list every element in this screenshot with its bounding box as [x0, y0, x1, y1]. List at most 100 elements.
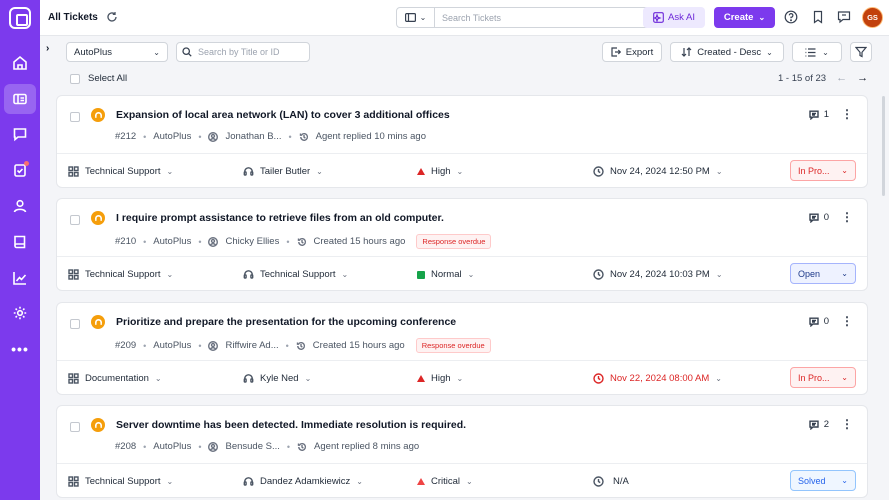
- due-date-dropdown[interactable]: Nov 24, 2024 12:50 PM ⌄: [593, 166, 723, 177]
- ticket-contact[interactable]: Chicky Ellies: [225, 236, 279, 247]
- ticket-title[interactable]: I require prompt assistance to retrieve …: [116, 212, 444, 224]
- title-search-input[interactable]: Search by Title or ID: [176, 42, 310, 62]
- agent-dropdown[interactable]: Kyle Ned ⌄: [243, 373, 311, 384]
- ticket-company[interactable]: AutoPlus: [153, 441, 191, 452]
- category-dropdown[interactable]: Documentation ⌄: [68, 373, 162, 384]
- ticket-checkbox[interactable]: [70, 112, 80, 122]
- tickets-icon[interactable]: [4, 84, 36, 114]
- separator-dot: •: [143, 236, 147, 247]
- ticket-checkbox[interactable]: [70, 319, 80, 329]
- ticket-card[interactable]: Prioritize and prepare the presentation …: [56, 302, 868, 395]
- ticket-contact[interactable]: Riffwire Ad...: [225, 340, 278, 351]
- response-overdue-badge: Response overdue: [416, 234, 492, 249]
- category-dropdown[interactable]: Technical Support ⌄: [68, 476, 173, 487]
- company-filter-select[interactable]: AutoPlus ⌄: [66, 42, 168, 62]
- ticket-contact[interactable]: Bensude S...: [225, 441, 279, 452]
- contacts-icon[interactable]: [4, 191, 36, 221]
- due-date-dropdown[interactable]: Nov 24, 2024 10:03 PM ⌄: [593, 269, 723, 280]
- priority-high-icon: [417, 375, 425, 382]
- search-scope-dropdown[interactable]: ⌄: [397, 8, 435, 27]
- ticket-checkbox[interactable]: [70, 422, 80, 432]
- announcements-icon[interactable]: [837, 10, 851, 24]
- category-icon: [68, 269, 79, 280]
- priority-dropdown[interactable]: High ⌄: [417, 373, 463, 384]
- more-options-icon[interactable]: ⋮: [841, 211, 853, 223]
- refresh-icon[interactable]: [106, 11, 118, 23]
- pagination: 1 - 15 of 23 ← →: [778, 72, 868, 84]
- settings-icon[interactable]: [4, 298, 36, 328]
- tasks-icon[interactable]: [4, 155, 36, 185]
- ticket-company[interactable]: AutoPlus: [153, 340, 191, 351]
- previous-page-icon[interactable]: ←: [836, 72, 847, 84]
- help-icon[interactable]: [784, 10, 798, 24]
- chevron-down-icon: ⌄: [715, 270, 723, 279]
- ticket-company[interactable]: AutoPlus: [153, 131, 191, 142]
- chevron-down-icon: ⌄: [166, 477, 174, 486]
- status-value: Solved: [798, 475, 826, 486]
- agent-dropdown[interactable]: Dandez Adamkiewicz ⌄: [243, 476, 363, 487]
- category-dropdown[interactable]: Technical Support ⌄: [68, 166, 173, 177]
- ticket-search-input[interactable]: Search Tickets: [435, 13, 651, 23]
- separator-dot: •: [143, 131, 147, 142]
- scrollbar[interactable]: [882, 96, 885, 196]
- status-dropdown[interactable]: Open ⌄: [790, 263, 856, 284]
- comment-count[interactable]: 0: [809, 316, 829, 327]
- comment-count-value: 0: [823, 316, 829, 327]
- agent-dropdown[interactable]: Tailer Butler ⌄: [243, 166, 323, 177]
- more-options-icon[interactable]: ⋮: [841, 315, 853, 327]
- more-icon[interactable]: •••: [4, 334, 36, 364]
- ask-ai-button[interactable]: Ask AI: [643, 7, 705, 28]
- ticket-contact[interactable]: Jonathan B...: [225, 131, 281, 142]
- status-dropdown[interactable]: In Pro... ⌄: [790, 160, 856, 181]
- knowledge-base-icon[interactable]: [4, 227, 36, 257]
- ticket-title[interactable]: Prioritize and prepare the presentation …: [116, 316, 456, 328]
- app-logo[interactable]: [9, 7, 31, 29]
- more-options-icon[interactable]: ⋮: [841, 418, 853, 430]
- due-date-dropdown[interactable]: Nov 22, 2024 08:00 AM ⌄: [593, 373, 722, 384]
- comment-count[interactable]: 2: [809, 419, 829, 430]
- comment-count-value: 0: [823, 212, 829, 223]
- chat-icon[interactable]: [4, 119, 36, 149]
- sort-dropdown[interactable]: Created - Desc ⌄: [670, 42, 784, 62]
- agent-dropdown[interactable]: Technical Support ⌄: [243, 269, 348, 280]
- ticket-card-footer: Technical Support ⌄ Dandez Adamkiewicz ⌄…: [57, 464, 867, 499]
- separator-dot: •: [286, 236, 290, 247]
- chevron-down-icon: ⌄: [766, 47, 773, 57]
- ticket-checkbox[interactable]: [70, 215, 80, 225]
- expand-panel-icon[interactable]: ›: [46, 43, 49, 54]
- next-page-icon[interactable]: →: [857, 72, 868, 84]
- chevron-down-icon: ⌄: [715, 374, 722, 383]
- status-dropdown[interactable]: In Pro... ⌄: [790, 367, 856, 388]
- ticket-title[interactable]: Server downtime has been detected. Immed…: [116, 419, 466, 431]
- view-mode-dropdown[interactable]: ⌄: [792, 42, 842, 62]
- ticket-card[interactable]: Expansion of local area network (LAN) to…: [56, 95, 868, 188]
- filter-button[interactable]: [850, 42, 872, 62]
- bookmark-icon[interactable]: [811, 10, 825, 24]
- create-label: Create: [723, 12, 754, 23]
- select-all-checkbox[interactable]: [70, 73, 80, 84]
- comment-count[interactable]: 1: [809, 109, 829, 120]
- home-icon[interactable]: [4, 48, 36, 78]
- select-all[interactable]: Select All: [70, 73, 127, 84]
- priority-high-icon: [417, 168, 425, 175]
- comment-count[interactable]: 0: [809, 212, 829, 223]
- user-avatar[interactable]: GS: [862, 7, 883, 28]
- ticket-card[interactable]: Server downtime has been detected. Immed…: [56, 405, 868, 498]
- priority-dropdown[interactable]: Normal ⌄: [417, 269, 474, 280]
- priority-dropdown[interactable]: High ⌄: [417, 166, 463, 177]
- create-button[interactable]: Create ⌄: [714, 7, 775, 28]
- ticket-company[interactable]: AutoPlus: [153, 236, 191, 247]
- priority-dropdown[interactable]: Critical ⌄: [417, 476, 473, 487]
- headset-icon: [91, 211, 105, 225]
- more-options-icon[interactable]: ⋮: [841, 108, 853, 120]
- status-dropdown[interactable]: Solved ⌄: [790, 470, 856, 491]
- due-date-field[interactable]: N/A: [593, 476, 629, 487]
- chevron-down-icon: ⌄: [466, 477, 473, 486]
- ticket-card[interactable]: I require prompt assistance to retrieve …: [56, 198, 868, 291]
- export-button[interactable]: Export: [602, 42, 662, 62]
- title-search-placeholder: Search by Title or ID: [198, 47, 280, 57]
- reports-icon[interactable]: [4, 263, 36, 293]
- category-dropdown[interactable]: Technical Support ⌄: [68, 269, 173, 280]
- ticket-title[interactable]: Expansion of local area network (LAN) to…: [116, 109, 450, 121]
- chevron-down-icon: ⌄: [822, 47, 829, 57]
